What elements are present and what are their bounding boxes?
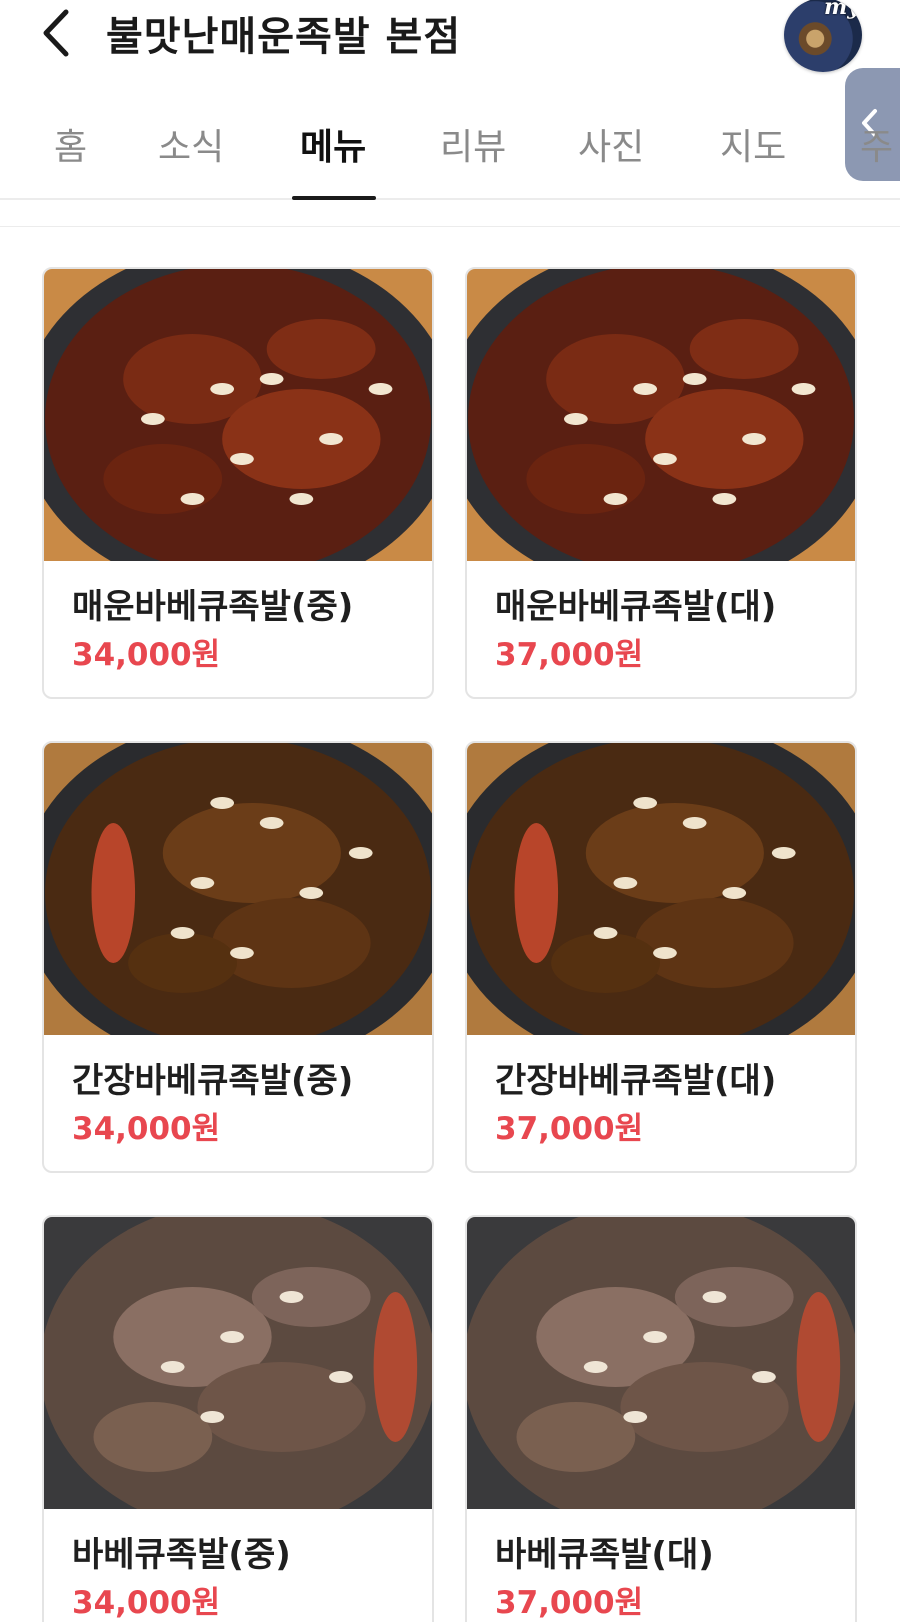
avatar-badge: my <box>823 0 860 20</box>
menu-item-name: 바베큐족발(중) <box>72 1535 291 1575</box>
menu-item-name: 바베큐족발(대) <box>495 1535 714 1575</box>
menu-item-card[interactable]: 간장바베큐족발(대) 37,000원 <box>465 741 857 1173</box>
menu-item-photo <box>44 743 432 1035</box>
menu-item-name: 매운바베큐족발(중) <box>72 587 354 627</box>
menu-item-card[interactable]: 간장바베큐족발(중) 34,000원 <box>42 741 434 1173</box>
menu-item-price: 34,000원 <box>72 1111 221 1147</box>
menu-item-price: 37,000원 <box>495 1585 644 1621</box>
active-tab-indicator <box>292 196 376 200</box>
tab-news[interactable]: 소식 <box>158 118 224 170</box>
tab-photos[interactable]: 사진 <box>578 118 644 170</box>
menu-item-photo <box>44 1217 432 1509</box>
menu-item-photo <box>467 1217 855 1509</box>
tab-bar: 홈 소식 메뉴 리뷰 사진 지도 주 <box>0 100 900 200</box>
menu-item-card[interactable]: 매운바베큐족발(중) 34,000원 <box>42 267 434 699</box>
menu-item-name: 간장바베큐족발(대) <box>495 1061 777 1101</box>
menu-item-name: 매운바베큐족발(대) <box>495 587 777 627</box>
chevron-left-icon <box>43 9 69 57</box>
user-avatar[interactable]: my <box>784 0 862 72</box>
page-title: 불맛난매운족발 본점 <box>106 14 462 60</box>
tab-map[interactable]: 지도 <box>720 118 786 170</box>
menu-item-photo <box>467 743 855 1035</box>
menu-item-name: 간장바베큐족발(중) <box>72 1061 354 1101</box>
menu-item-price: 37,000원 <box>495 637 644 673</box>
menu-item-photo <box>44 269 432 561</box>
header-bar: 불맛난매운족발 본점 my <box>0 0 900 72</box>
menu-item-card[interactable]: 바베큐족발(대) 37,000원 <box>465 1215 857 1622</box>
tab-more[interactable]: 주 <box>860 118 893 170</box>
tab-menu[interactable]: 메뉴 <box>300 118 366 170</box>
menu-item-price: 37,000원 <box>495 1111 644 1147</box>
tab-reviews[interactable]: 리뷰 <box>440 118 506 170</box>
menu-item-photo <box>467 269 855 561</box>
section-divider <box>0 226 900 227</box>
tab-home[interactable]: 홈 <box>54 118 87 170</box>
menu-item-card[interactable]: 매운바베큐족발(대) 37,000원 <box>465 267 857 699</box>
back-button[interactable] <box>36 6 80 60</box>
menu-item-card[interactable]: 바베큐족발(중) 34,000원 <box>42 1215 434 1622</box>
menu-item-price: 34,000원 <box>72 1585 221 1621</box>
menu-item-price: 34,000원 <box>72 637 221 673</box>
